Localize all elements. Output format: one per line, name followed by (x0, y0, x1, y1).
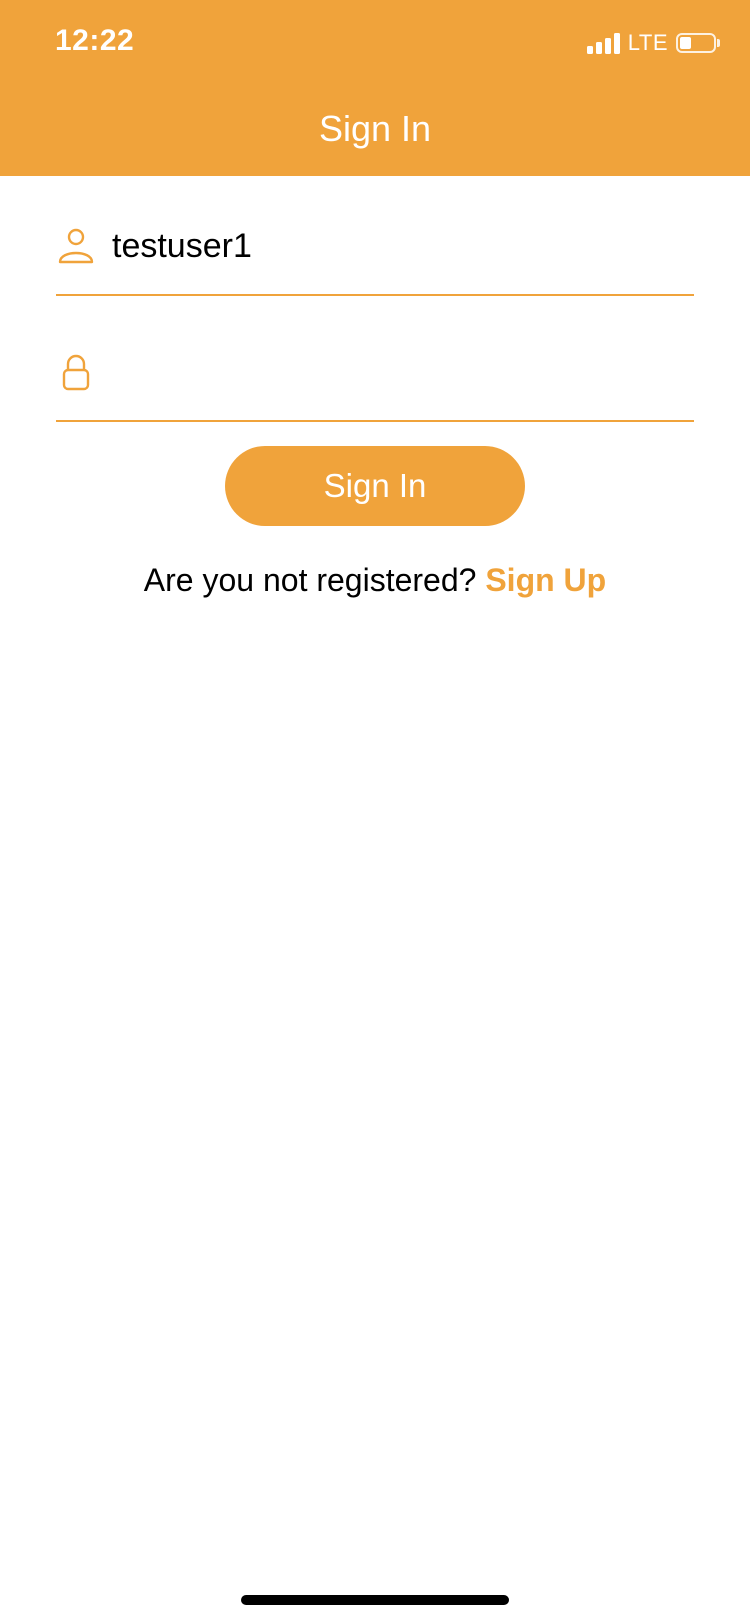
status-indicators: LTE (586, 30, 720, 56)
sign-in-screen: 12:22 LTE Sign In testuser1 Sign In Are … (0, 0, 750, 1624)
battery-icon (676, 33, 720, 53)
sign-in-button[interactable]: Sign In (225, 446, 525, 526)
network-type: LTE (627, 30, 668, 55)
register-prompt: Are you not registered? (143, 562, 477, 598)
password-input[interactable] (112, 350, 672, 394)
header-bar: 12:22 LTE Sign In (0, 0, 750, 176)
page-title: Sign In (318, 108, 432, 149)
person-icon (58, 228, 94, 264)
password-field[interactable] (56, 340, 694, 422)
username-field[interactable] (56, 214, 694, 296)
lock-icon (62, 354, 90, 391)
home-indicator[interactable] (241, 1595, 509, 1605)
username-input[interactable] (112, 224, 672, 268)
status-time: 12:22 (55, 24, 135, 57)
sign-up-link[interactable]: Sign Up (485, 562, 606, 598)
register-prompt-row: Are you not registered? Sign Up (0, 562, 750, 599)
signal-strength-icon (586, 32, 620, 54)
